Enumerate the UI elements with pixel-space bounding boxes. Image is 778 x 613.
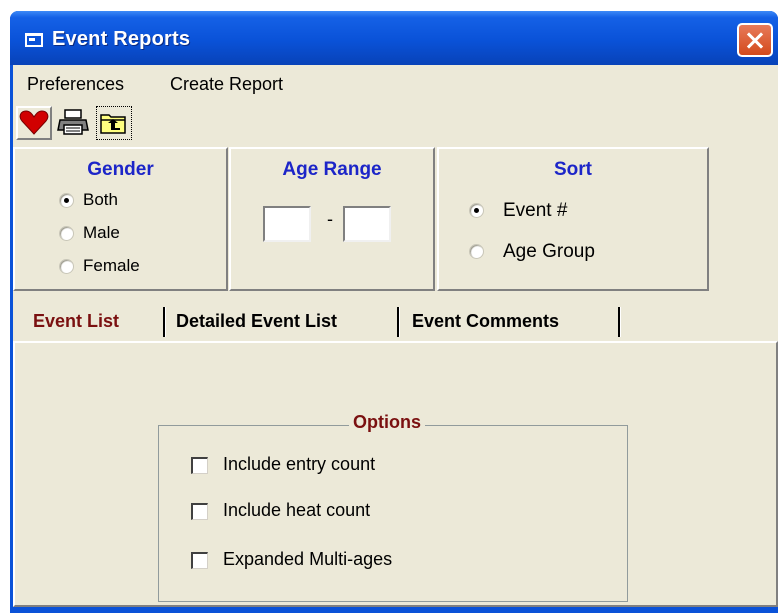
gender-female-radio[interactable] xyxy=(59,259,74,274)
options-legend: Options xyxy=(349,412,425,433)
menu-create-report[interactable]: Create Report xyxy=(170,74,283,95)
folder-up-button[interactable] xyxy=(96,106,132,140)
tab-event-list[interactable]: Event List xyxy=(33,311,119,332)
expanded-multi-ages-label: Expanded Multi-ages xyxy=(223,549,393,569)
event-reports-window: Event Reports Preferences Create Report xyxy=(10,11,778,613)
include-entry-count-checkbox[interactable] xyxy=(191,457,208,474)
sort-event-radio[interactable] xyxy=(469,203,484,218)
sort-title: Sort xyxy=(554,159,592,180)
age-range-panel: Age Range - xyxy=(229,147,435,291)
tab-event-comments[interactable]: Event Comments xyxy=(412,311,559,332)
sort-age-group-radio[interactable] xyxy=(469,244,484,259)
age-range-title: Age Range xyxy=(282,159,382,180)
tab-strip: Event List Detailed Event List Event Com… xyxy=(13,291,778,341)
options-group: Options Include entry count Include heat… xyxy=(158,412,628,602)
menu-bar: Preferences Create Report xyxy=(13,65,778,101)
print-button[interactable] xyxy=(56,106,92,140)
gender-both-radio[interactable] xyxy=(59,193,74,208)
gender-female-label: Female xyxy=(83,256,140,275)
folder-up-icon xyxy=(100,114,126,134)
title-bar[interactable]: Event Reports xyxy=(10,11,778,65)
include-entry-count-label: Include entry count xyxy=(223,454,376,474)
window-bottom-border xyxy=(13,607,778,613)
gender-both-label: Both xyxy=(83,190,118,209)
event-list-tab-pane: Options Include entry count Include heat… xyxy=(13,341,778,607)
tab-separator xyxy=(618,307,621,337)
sort-event-label: Event # xyxy=(503,200,568,221)
window-title: Event Reports xyxy=(52,28,191,50)
tab-detailed-event-list[interactable]: Detailed Event List xyxy=(176,311,337,332)
favorites-button[interactable] xyxy=(16,106,52,140)
close-button[interactable] xyxy=(737,23,773,57)
menu-preferences[interactable]: Preferences xyxy=(27,74,124,95)
printer-icon xyxy=(57,109,89,135)
age-to-input[interactable] xyxy=(343,206,391,242)
client-area: Preferences Create Report Gender Both Ma… xyxy=(13,65,778,613)
tab-separator xyxy=(163,307,166,337)
include-heat-count-label: Include heat count xyxy=(223,500,371,520)
sort-panel: Sort Event # Age Group xyxy=(437,147,709,291)
age-from-input[interactable] xyxy=(263,206,311,242)
gender-panel: Gender Both Male Female xyxy=(13,147,228,291)
gender-title: Gender xyxy=(87,159,154,180)
gender-male-radio[interactable] xyxy=(59,226,74,241)
expanded-multi-ages-checkbox[interactable] xyxy=(191,552,208,569)
sort-age-group-label: Age Group xyxy=(503,241,595,262)
window-icon xyxy=(25,33,43,47)
age-range-separator: - xyxy=(327,209,333,229)
heart-icon xyxy=(19,110,49,135)
toolbar xyxy=(13,101,778,147)
gender-male-label: Male xyxy=(83,223,120,242)
tab-separator xyxy=(397,307,400,337)
include-heat-count-checkbox[interactable] xyxy=(191,503,208,520)
